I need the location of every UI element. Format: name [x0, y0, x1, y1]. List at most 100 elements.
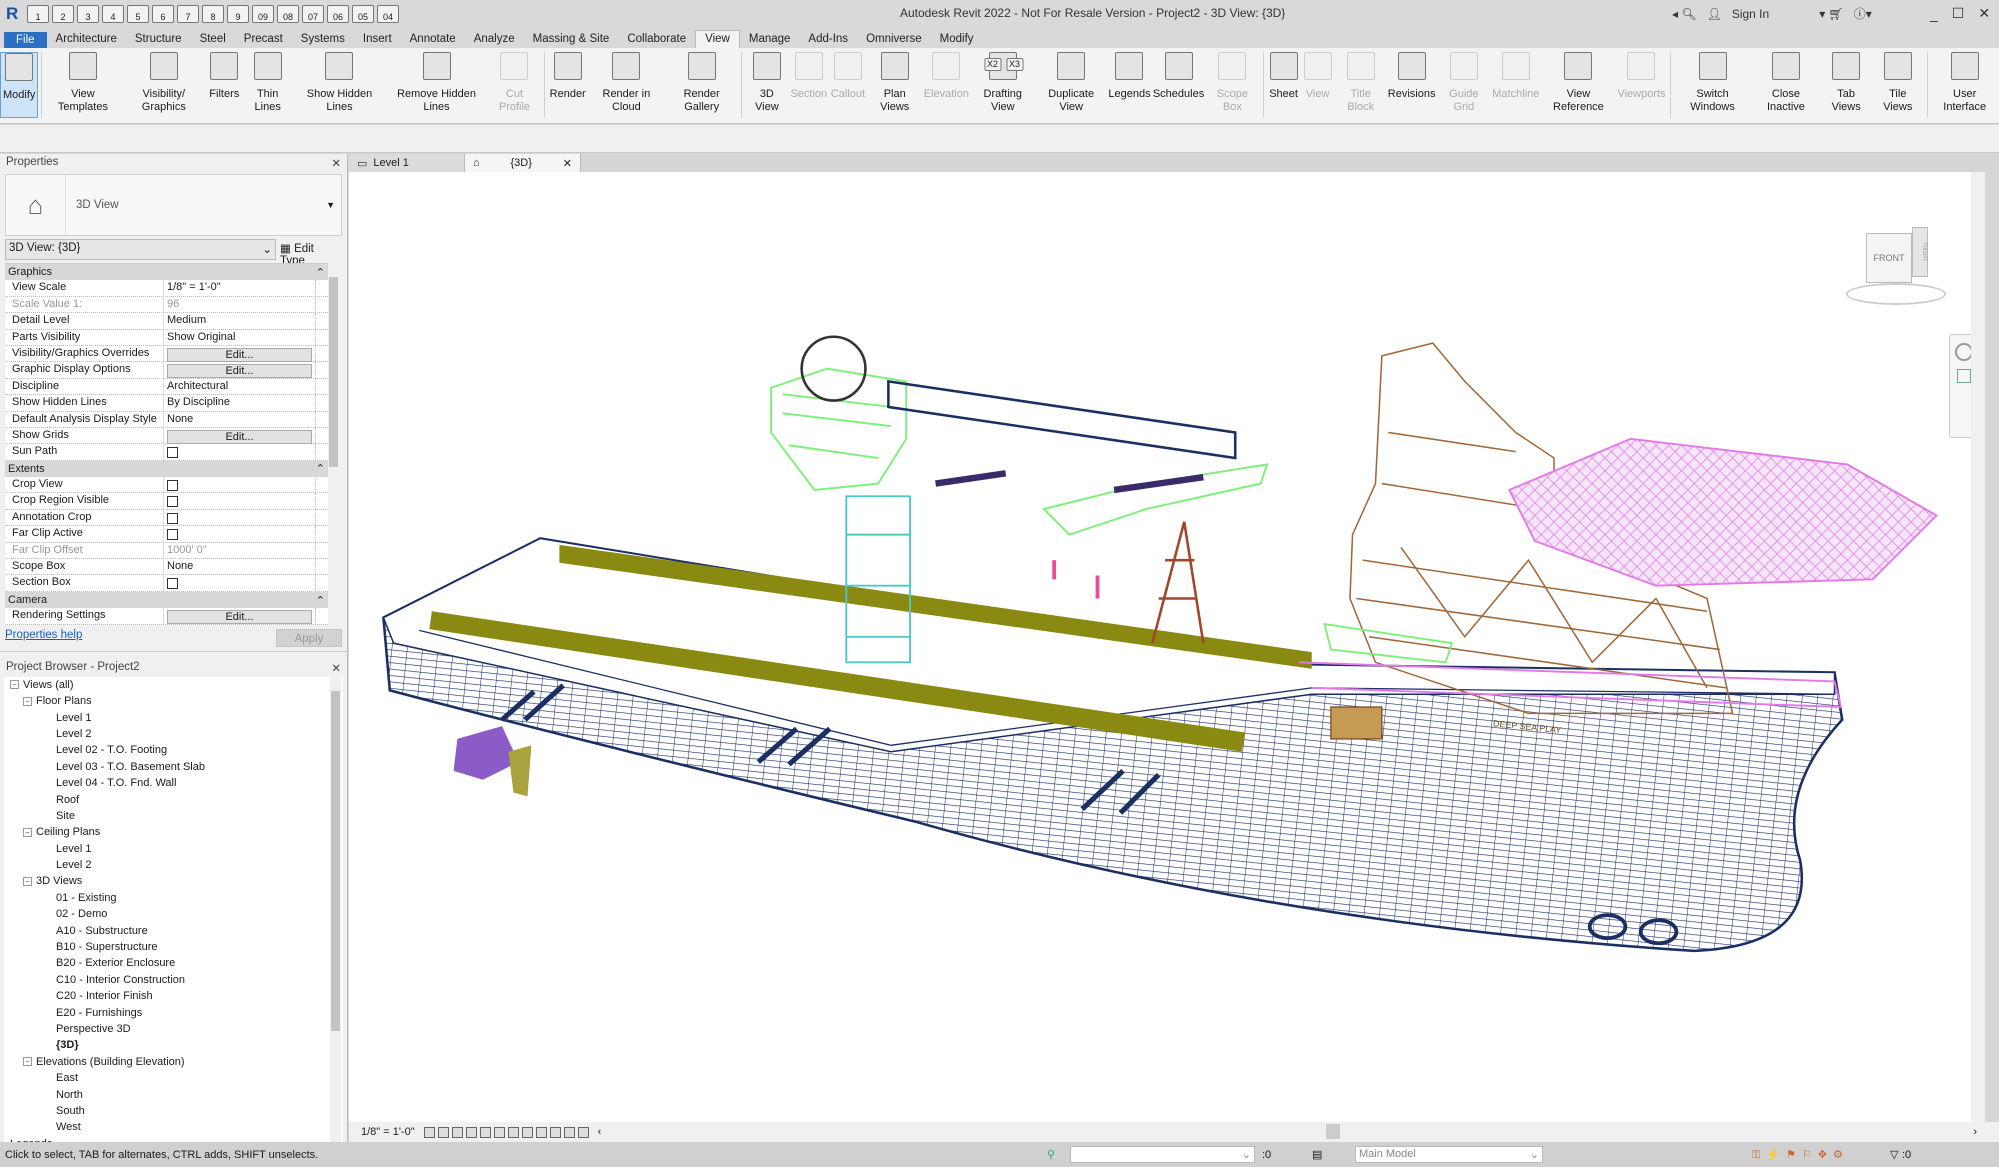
edit-button[interactable]: Edit...	[167, 347, 312, 362]
render-gallery-button[interactable]: Render Gallery	[665, 52, 738, 123]
tree-item[interactable]: B10 - Superstructure	[4, 939, 343, 955]
detail-level-icon[interactable]	[423, 1126, 435, 1138]
view-templates-button[interactable]: View Templates	[45, 52, 120, 123]
tab-manage[interactable]: Manage	[740, 31, 800, 48]
browser-scrollbar[interactable]	[330, 676, 341, 1142]
collapse-toggle[interactable]: −	[23, 696, 32, 706]
tab-massing-site[interactable]: Massing & Site	[524, 31, 619, 48]
tree-item[interactable]: C20 - Interior Finish	[4, 988, 343, 1004]
tree-item[interactable]: Level 1	[4, 841, 343, 857]
tab-architecture[interactable]: Architecture	[47, 31, 126, 48]
remove-hidden-lines-button[interactable]: Remove Hidden Lines	[385, 52, 488, 123]
scope-box-button[interactable]: Scope Box	[1205, 52, 1260, 123]
scroll-right-icon[interactable]: ›	[1973, 1126, 1977, 1138]
tree-item[interactable]: South	[4, 1103, 343, 1119]
zoom-icon[interactable]	[1957, 369, 1971, 383]
collapse-icon[interactable]: ⌃	[316, 462, 325, 475]
quick-access-button[interactable]: 8	[202, 5, 224, 23]
tree-item[interactable]: A10 - Substructure	[4, 922, 343, 938]
tab-view[interactable]: View	[695, 30, 740, 48]
tree-item[interactable]: North	[4, 1086, 343, 1102]
crop-icon[interactable]	[493, 1126, 505, 1138]
tab-modify[interactable]: Modify	[931, 31, 983, 48]
view-tab[interactable]: ▭ Level 1	[349, 154, 465, 172]
tree-item[interactable]: −3D Views	[4, 873, 343, 889]
property-value[interactable]	[164, 526, 316, 542]
property-group-graphics[interactable]: Graphics ⌃	[5, 264, 328, 281]
view-tab[interactable]: ⌂ {3D} ✕	[465, 154, 581, 172]
view-scale[interactable]: 1/8" = 1'-0"	[361, 1126, 415, 1138]
property-value[interactable]: Edit...	[164, 608, 316, 625]
checkbox[interactable]	[167, 447, 178, 459]
help-icon[interactable]: ⓘ▾	[1854, 5, 1872, 22]
tree-item[interactable]: B20 - Exterior Enclosure	[4, 955, 343, 971]
close-button[interactable]: ✕	[1978, 5, 1990, 22]
shadows-icon[interactable]	[465, 1126, 477, 1138]
viewcube-right[interactable]: RIGHT	[1912, 227, 1928, 277]
scroll-left-icon[interactable]: ‹	[598, 1126, 602, 1138]
filters-button[interactable]: Filters	[207, 52, 241, 123]
property-value[interactable]: Edit...	[164, 345, 316, 362]
collapse-icon[interactable]: ⌃	[316, 266, 325, 279]
quick-access-button[interactable]: 5	[127, 5, 149, 23]
view-button[interactable]: View	[1301, 52, 1335, 123]
property-value[interactable]: None	[164, 411, 316, 427]
tree-item[interactable]: − Elevations (Building Elevation)	[4, 1054, 343, 1070]
tree-item[interactable]: Legends	[4, 1136, 343, 1142]
plan-views-button[interactable]: Plan Views	[867, 52, 923, 123]
quick-access-button[interactable]: 1	[27, 5, 49, 23]
callout-button[interactable]: Callout	[829, 52, 867, 123]
tree-item[interactable]: Site	[4, 808, 343, 824]
maximize-button[interactable]: ☐	[1952, 5, 1965, 22]
checkbox[interactable]	[167, 529, 178, 541]
edit-type-button[interactable]: ▦ Edit Type	[276, 239, 342, 267]
analytical-icon[interactable]	[563, 1126, 575, 1138]
tab-views-button[interactable]: Tab Views	[1820, 52, 1872, 123]
user-icon[interactable]: 👤︎	[1707, 7, 1722, 21]
cart-icon[interactable]: ▾ 🛒︎	[1819, 7, 1844, 21]
sun-path-icon[interactable]	[451, 1126, 463, 1138]
thin-lines-button[interactable]: Thin Lines	[241, 52, 294, 123]
collapse-icon[interactable]: ⌃	[316, 594, 325, 607]
binoculars-icon[interactable]: ◂ 🔍︎	[1672, 7, 1697, 21]
apply-button[interactable]: Apply	[276, 628, 342, 647]
checkbox[interactable]	[167, 578, 178, 590]
guide-grid-button[interactable]: Guide Grid	[1437, 52, 1492, 123]
title-block-button[interactable]: Title Block	[1335, 52, 1387, 123]
tree-item[interactable]: − Floor Plans	[4, 693, 343, 709]
property-value[interactable]: 1/8" = 1'-0"	[164, 280, 316, 296]
type-selector[interactable]: ⌂ 3D View ▼	[5, 174, 342, 236]
checkbox[interactable]	[167, 512, 178, 524]
tab-annotate[interactable]: Annotate	[401, 31, 465, 48]
show-hidden-lines-button[interactable]: Show Hidden Lines	[294, 52, 385, 123]
checkbox[interactable]	[167, 480, 178, 492]
tab-analyze[interactable]: Analyze	[465, 31, 524, 48]
visual-style-icon[interactable]	[437, 1126, 449, 1138]
close-inactive-button[interactable]: Close Inactive	[1752, 52, 1821, 123]
workset-dropdown[interactable]: ⌄	[1070, 1146, 1255, 1163]
section-button[interactable]: Section	[789, 52, 829, 123]
tree-item[interactable]: − Views (all)	[4, 677, 343, 693]
quick-access-button[interactable]: 08	[277, 5, 299, 23]
property-group-extents[interactable]: Extents ⌃	[5, 460, 328, 478]
tab-collaborate[interactable]: Collaborate	[618, 31, 695, 48]
property-value[interactable]: Architectural	[164, 378, 316, 395]
instance-filter-dropdown[interactable]: 3D View: {3D} ⌄	[5, 239, 276, 260]
close-properties-icon[interactable]: ✕	[331, 156, 341, 170]
schedules-button[interactable]: Schedules	[1152, 52, 1205, 123]
tree-item[interactable]: Level 2	[4, 726, 343, 742]
tree-item[interactable]: Level 1	[4, 709, 343, 725]
property-value[interactable]	[164, 509, 316, 526]
property-value[interactable]: By Discipline	[164, 395, 316, 411]
properties-help-link[interactable]: Properties help	[5, 629, 82, 647]
quick-access-button[interactable]: 4	[102, 5, 124, 23]
collapse-toggle[interactable]: −	[23, 876, 32, 886]
render-in-cloud-button[interactable]: Render in Cloud	[588, 52, 666, 123]
property-value[interactable]: None	[164, 559, 316, 575]
tree-item[interactable]: Level 02 - T.O. Footing	[4, 742, 343, 758]
lock-view-icon[interactable]	[521, 1126, 533, 1138]
tab-add-ins[interactable]: Add-Ins	[799, 31, 857, 48]
tile-views-button[interactable]: Tile Views	[1872, 52, 1923, 123]
quick-access-button[interactable]: 2	[52, 5, 74, 23]
viewport-scrollbar[interactable]	[1971, 172, 1985, 1122]
